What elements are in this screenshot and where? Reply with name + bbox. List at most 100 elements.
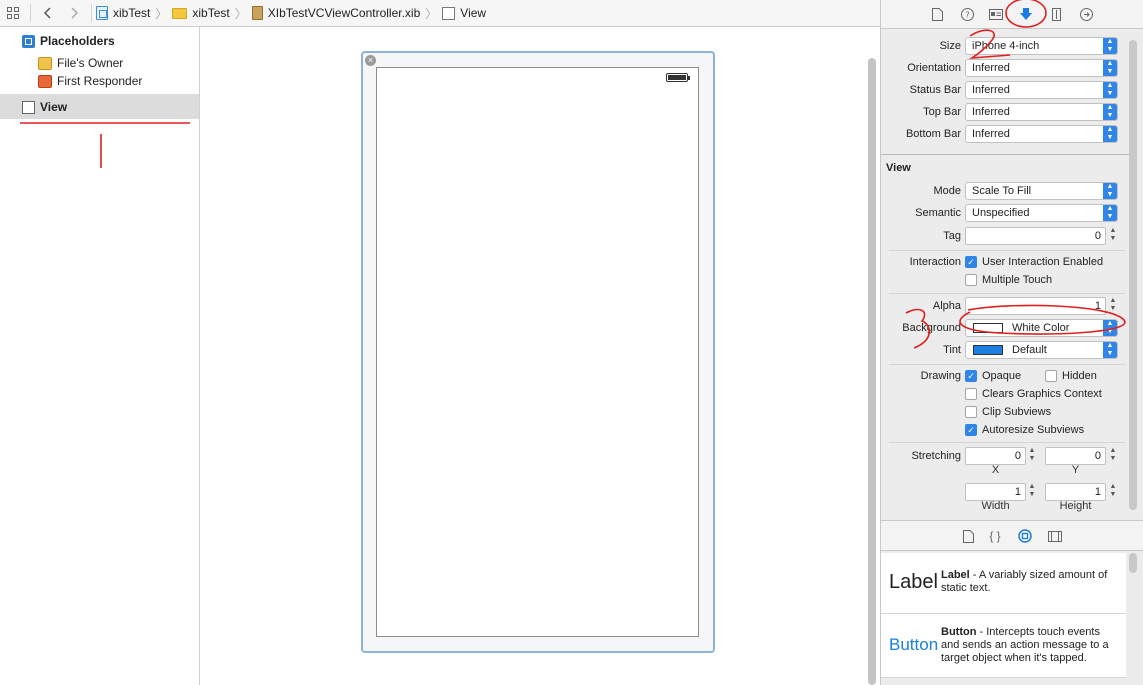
size-popup[interactable]: iPhone 4-inch ▲ ▼ (965, 37, 1118, 55)
tint-label: Tint (943, 344, 961, 356)
library-item-button[interactable]: Button Button - Intercepts touch events … (881, 614, 1126, 678)
close-icon[interactable]: × (365, 55, 376, 66)
updown-arrows-icon: ▲ ▼ (1103, 82, 1117, 98)
button-preview: Button (889, 635, 939, 654)
stretch-width-field[interactable]: 1 (965, 483, 1026, 501)
user-interaction-checkbox[interactable]: ✓ (965, 256, 977, 268)
breadcrumb-label: xibTest (192, 6, 230, 20)
related-items-icon[interactable] (0, 0, 26, 26)
background-label: Background (902, 322, 961, 334)
outline-item-placeholders[interactable]: Placeholders (22, 31, 115, 51)
inspector-tabs: ? (881, 0, 1143, 29)
divider (91, 4, 92, 22)
x-caption: X (991, 464, 1000, 476)
stretch-width-stepper[interactable]: ▲ ▼ (1027, 483, 1037, 501)
breadcrumb-label: XIbTestVCViewController.xib (267, 6, 421, 20)
autoresize-label: Autoresize Subviews (982, 424, 1085, 436)
drawing-label: Drawing (920, 370, 961, 382)
semantic-popup[interactable]: Unspecified ▲ ▼ (965, 204, 1118, 222)
breadcrumb-project[interactable]: xibTest 〉 (96, 0, 172, 26)
forward-icon[interactable] (61, 0, 87, 26)
alpha-field[interactable]: 1 (965, 297, 1106, 315)
outline-item-view[interactable]: View (22, 97, 67, 117)
popup-value: Scale To Fill (972, 185, 1032, 197)
code-snippet-icon[interactable]: { } (986, 527, 1004, 545)
library-item-title: Button (941, 626, 977, 638)
interaction-label: Interaction (909, 256, 961, 268)
alpha-stepper[interactable]: ▲ ▼ (1108, 297, 1118, 315)
object-library-icon[interactable] (1016, 527, 1034, 545)
back-icon[interactable] (35, 0, 61, 26)
inspector-scrollbar[interactable] (1129, 40, 1137, 510)
hidden-checkbox[interactable] (1045, 370, 1057, 382)
background-color-swatch (973, 323, 1003, 333)
breadcrumb-file[interactable]: XIbTestVCViewController.xib 〉 (251, 0, 443, 26)
identity-inspector-icon[interactable] (987, 5, 1005, 23)
y-caption: Y (1071, 464, 1080, 476)
first-responder-icon (38, 74, 52, 88)
updown-arrows-icon: ▲ ▼ (1103, 126, 1117, 142)
outline-item-first-responder[interactable]: First Responder (38, 71, 142, 91)
autoresize-checkbox[interactable]: ✓ (965, 424, 977, 436)
mode-popup[interactable]: Scale To Fill ▲ ▼ (965, 182, 1118, 200)
breadcrumb-label: xibTest (113, 6, 151, 20)
tint-popup[interactable]: Default ▲ ▼ (965, 341, 1118, 359)
chevron-right-icon: 〉 (155, 6, 168, 21)
orientation-popup[interactable]: Inferred ▲ ▼ (965, 59, 1118, 77)
clip-subviews-checkbox[interactable] (965, 406, 977, 418)
outline-label: First Responder (57, 74, 143, 88)
section-divider (889, 364, 1125, 365)
stretch-height-field[interactable]: 1 (1045, 483, 1106, 501)
media-library-icon[interactable] (1046, 527, 1064, 545)
jump-bar: xibTest 〉 xibTest 〉 XIbTestVCViewControl… (0, 0, 880, 27)
background-popup[interactable]: White Color ▲ ▼ (965, 319, 1118, 337)
outline-item-files-owner[interactable]: File's Owner (38, 53, 123, 73)
stretching-label: Stretching (911, 450, 961, 462)
stretch-y-field[interactable]: 0 (1045, 447, 1106, 465)
opaque-checkbox[interactable]: ✓ (965, 370, 977, 382)
clears-context-label: Clears Graphics Context (982, 388, 1102, 400)
breadcrumb-group[interactable]: xibTest 〉 (172, 0, 251, 26)
user-interaction-label: User Interaction Enabled (982, 256, 1104, 268)
top-bar-popup[interactable]: Inferred ▲ ▼ (965, 103, 1118, 121)
view-icon (22, 100, 35, 114)
multiple-touch-checkbox[interactable] (965, 274, 977, 286)
status-bar-label: Status Bar (909, 84, 961, 96)
section-divider (889, 442, 1125, 443)
file-inspector-icon[interactable] (928, 5, 946, 23)
xcode-window: xibTest 〉 xibTest 〉 XIbTestVCViewControl… (0, 0, 1143, 685)
label-preview: Label (889, 571, 938, 593)
connections-inspector-icon[interactable] (1077, 5, 1095, 23)
size-inspector-icon[interactable] (1047, 5, 1065, 23)
bottom-bar-popup[interactable]: Inferred ▲ ▼ (965, 125, 1118, 143)
size-label: Size (939, 40, 961, 52)
clears-context-checkbox[interactable] (965, 388, 977, 400)
updown-arrows-icon: ▲ ▼ (1103, 320, 1117, 336)
status-bar-popup[interactable]: Inferred ▲ ▼ (965, 81, 1118, 99)
canvas-scrollbar[interactable] (868, 58, 876, 685)
stretch-y-stepper[interactable]: ▲ ▼ (1108, 447, 1118, 465)
project-icon (96, 6, 108, 20)
mode-label: Mode (933, 185, 961, 197)
chevron-right-icon: 〉 (234, 6, 247, 21)
outline-label: Placeholders (40, 34, 115, 48)
popup-value: Inferred (972, 106, 1010, 118)
stretch-x-field[interactable]: 0 (965, 447, 1026, 465)
library-item-label[interactable]: Label Label - A variably sized amount of… (881, 553, 1126, 614)
view-screen[interactable] (376, 67, 699, 637)
semantic-label: Semantic (915, 207, 961, 219)
folder-icon (172, 7, 188, 19)
stretch-x-stepper[interactable]: ▲ ▼ (1027, 447, 1037, 465)
quick-help-icon[interactable]: ? (958, 5, 976, 23)
file-template-icon[interactable] (959, 527, 977, 545)
tag-stepper[interactable]: ▲ ▼ (1108, 227, 1118, 245)
tag-field[interactable]: 0 (965, 227, 1106, 245)
attributes-inspector-icon[interactable] (1017, 5, 1035, 23)
library-tabs: { } (881, 520, 1143, 551)
opaque-label: Opaque (982, 370, 1022, 382)
breadcrumb-view[interactable]: View (442, 0, 486, 26)
battery-icon (666, 73, 690, 82)
updown-arrows-icon: ▲ ▼ (1103, 104, 1117, 120)
library-scrollbar[interactable] (1129, 553, 1137, 573)
stretch-height-stepper[interactable]: ▲ ▼ (1108, 483, 1118, 501)
